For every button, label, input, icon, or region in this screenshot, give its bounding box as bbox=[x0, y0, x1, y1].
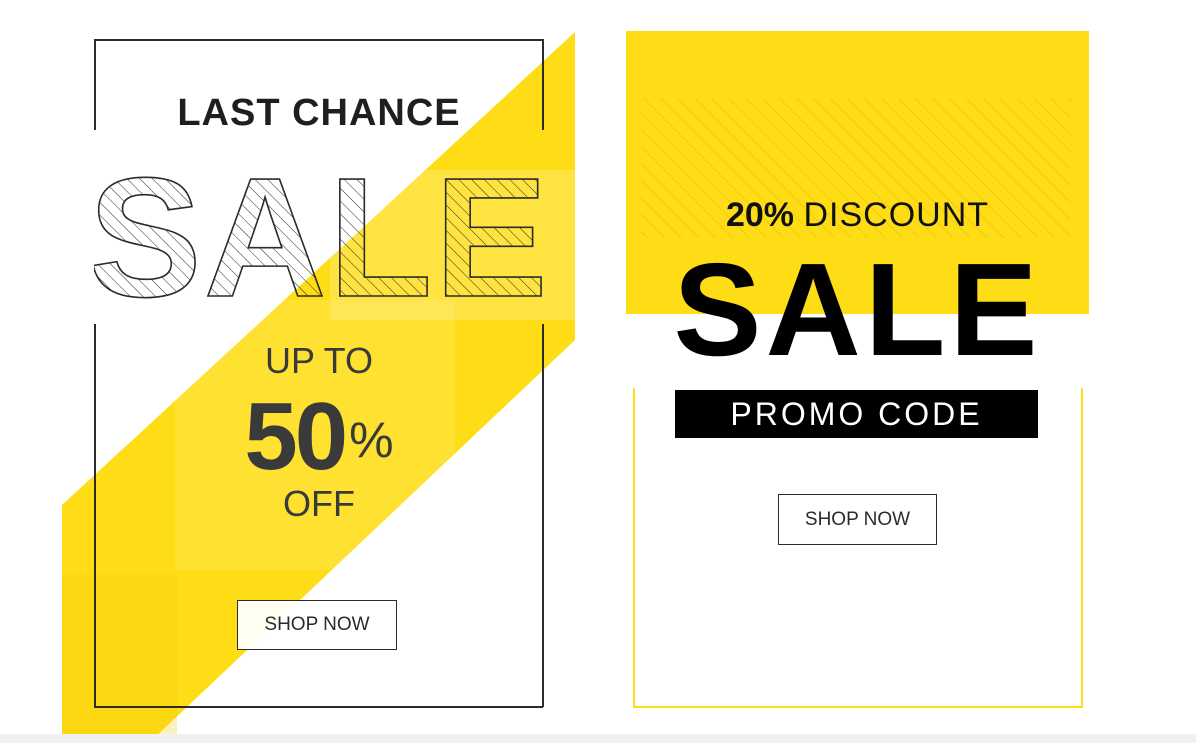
percent-number: 50 bbox=[244, 383, 348, 490]
frame-top bbox=[94, 39, 543, 41]
bottom-strip bbox=[0, 734, 1196, 743]
discount-label: DISCOUNT bbox=[803, 196, 990, 234]
discount-percentage: 50% bbox=[95, 382, 543, 492]
promo-code-label: PROMO CODE bbox=[730, 395, 983, 432]
frame-right bbox=[1081, 388, 1083, 708]
up-to-label: UP TO bbox=[264, 340, 374, 381]
sale-heading: SALE bbox=[673, 236, 1042, 383]
off-label: OFF bbox=[283, 483, 355, 524]
promo-code-banner: 20% DISCOUNT SALE PROMO CODE SHOP NOW bbox=[600, 0, 1196, 743]
percent-sign: % bbox=[349, 412, 394, 468]
shop-now-button[interactable]: SHOP NOW bbox=[778, 494, 937, 545]
frame-left bbox=[633, 388, 635, 708]
last-chance-heading: LAST CHANCE bbox=[177, 92, 461, 134]
shop-now-button[interactable]: SHOP NOW bbox=[237, 600, 397, 650]
frame-bottom bbox=[94, 706, 543, 708]
sale-outlined-text: SALE bbox=[94, 146, 544, 316]
promo-banners-canvas: LAST CHANCE SALE UP TO 50% OFF SHOP NOW bbox=[0, 0, 1196, 743]
frame-bottom bbox=[633, 706, 1083, 708]
last-chance-banner: LAST CHANCE SALE UP TO 50% OFF SHOP NOW bbox=[0, 0, 600, 743]
discount-heading: 20% DISCOUNT bbox=[626, 196, 1089, 235]
discount-percent: 20% bbox=[725, 196, 795, 234]
promo-code-bar: PROMO CODE bbox=[675, 390, 1038, 438]
svg-text:SALE: SALE bbox=[94, 146, 544, 316]
